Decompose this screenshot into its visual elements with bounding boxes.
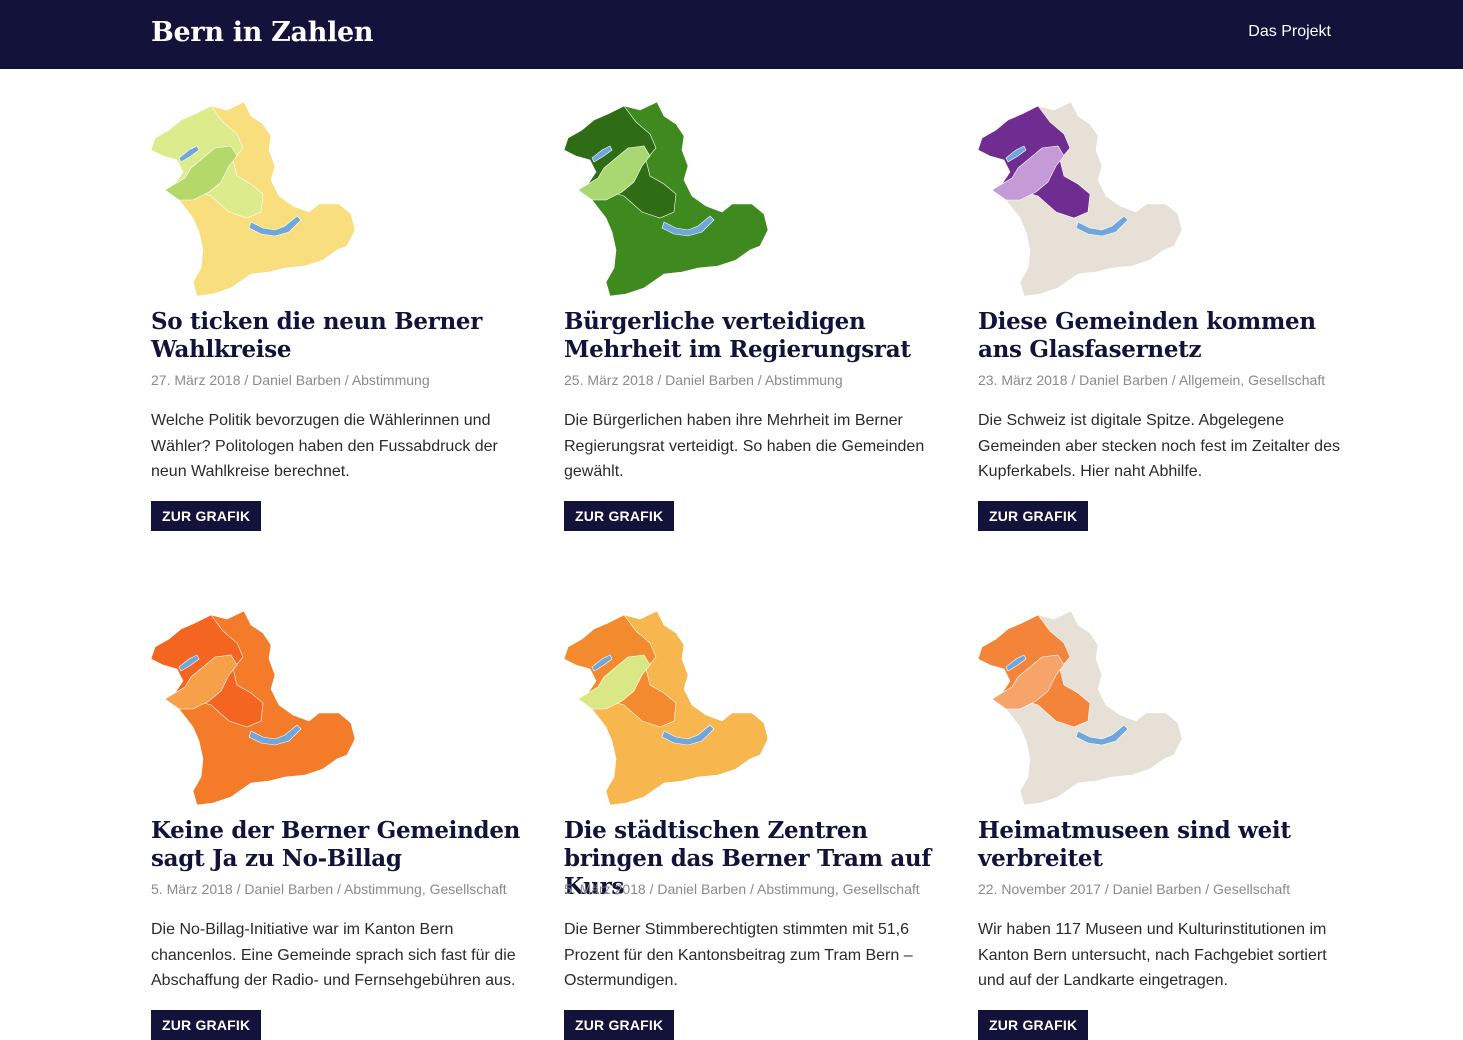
post-date: 5. März 2018: [564, 881, 646, 897]
post-excerpt: Welche Politik bevorzugen die Wählerinne…: [151, 412, 498, 480]
post-title-link[interactable]: Keine der Berner Gemeinden sagt Ja zu No…: [151, 817, 520, 872]
post-category-link[interactable]: Gesellschaft: [1213, 881, 1290, 897]
post-category-link[interactable]: Gesellschaft: [1248, 372, 1325, 388]
post-date: 27. März 2018: [151, 372, 241, 388]
zur-grafik-button[interactable]: ZUR GRAFIK: [978, 1010, 1089, 1040]
post-meta: 22. November 2017 / Daniel Barben / Gese…: [978, 881, 1291, 897]
post-category-link[interactable]: Gesellschaft: [430, 881, 507, 897]
post-excerpt: Die Schweiz ist digitale Spitze. Abgeleg…: [978, 412, 1340, 480]
post-category-link[interactable]: Abstimmung: [757, 881, 835, 897]
post-category-link[interactable]: Gesellschaft: [843, 881, 920, 897]
post-title-link[interactable]: So ticken die neun Berner Wahlkreise: [151, 308, 482, 363]
post-category-link[interactable]: Abstimmung: [765, 372, 843, 388]
post-author-link[interactable]: Daniel Barben: [252, 372, 341, 388]
zur-grafik-button[interactable]: ZUR GRAFIK: [564, 1010, 675, 1040]
canton-bern-map-thumbnail: [564, 101, 769, 297]
post-excerpt: Die Bürgerlichen haben ihre Mehrheit im …: [564, 412, 925, 480]
post-meta: 23. März 2018 / Daniel Barben / Allgemei…: [978, 372, 1326, 388]
post-category-link[interactable]: Abstimmung: [352, 372, 430, 388]
zur-grafik-button[interactable]: ZUR GRAFIK: [564, 501, 675, 531]
canton-bern-map-thumbnail: [151, 610, 356, 806]
post-date: 23. März 2018: [978, 372, 1068, 388]
post-category-link[interactable]: Abstimmung: [344, 881, 422, 897]
post-title-link[interactable]: Heimatmuseen sind weit verbreitet: [978, 817, 1291, 872]
post-excerpt: Wir haben 117 Museen und Kulturinstituti…: [978, 921, 1327, 989]
post-meta: 25. März 2018 / Daniel Barben / Abstimmu…: [564, 372, 843, 388]
site-header: Bern in Zahlen Das Projekt: [0, 0, 1463, 69]
post-author-link[interactable]: Daniel Barben: [1079, 372, 1168, 388]
post-author-link[interactable]: Daniel Barben: [665, 372, 754, 388]
post-author-link[interactable]: Daniel Barben: [244, 881, 333, 897]
post-author-link[interactable]: Daniel Barben: [1113, 881, 1202, 897]
post-date: 5. März 2018: [151, 881, 233, 897]
zur-grafik-button[interactable]: ZUR GRAFIK: [978, 501, 1089, 531]
post-excerpt: Die Berner Stimmberechtigten stimmten mi…: [564, 921, 913, 989]
zur-grafik-button[interactable]: ZUR GRAFIK: [151, 501, 262, 531]
zur-grafik-button[interactable]: ZUR GRAFIK: [151, 1010, 262, 1040]
post-date: 22. November 2017: [978, 881, 1101, 897]
post-excerpt: Die No-Billag-Initiative war im Kanton B…: [151, 921, 516, 989]
canton-bern-map-thumbnail: [564, 610, 769, 806]
canton-bern-map-thumbnail: [978, 610, 1183, 806]
post-title-link[interactable]: Diese Gemeinden kommen ans Glasfasernetz: [978, 308, 1316, 363]
post-meta: 5. März 2018 / Daniel Barben / Abstimmun…: [564, 881, 920, 897]
canton-bern-map-thumbnail: [151, 101, 356, 297]
canton-bern-map-thumbnail: [978, 101, 1183, 297]
post-date: 25. März 2018: [564, 372, 654, 388]
post-meta: 27. März 2018 / Daniel Barben / Abstimmu…: [151, 372, 430, 388]
site-title-link[interactable]: Bern in Zahlen: [151, 17, 374, 48]
nav-das-projekt[interactable]: Das Projekt: [1248, 23, 1331, 41]
post-author-link[interactable]: Daniel Barben: [657, 881, 746, 897]
post-category-link[interactable]: Allgemein: [1179, 372, 1240, 388]
post-title-link[interactable]: Bürgerliche verteidigen Mehrheit im Regi…: [564, 308, 911, 363]
post-meta: 5. März 2018 / Daniel Barben / Abstimmun…: [151, 881, 507, 897]
